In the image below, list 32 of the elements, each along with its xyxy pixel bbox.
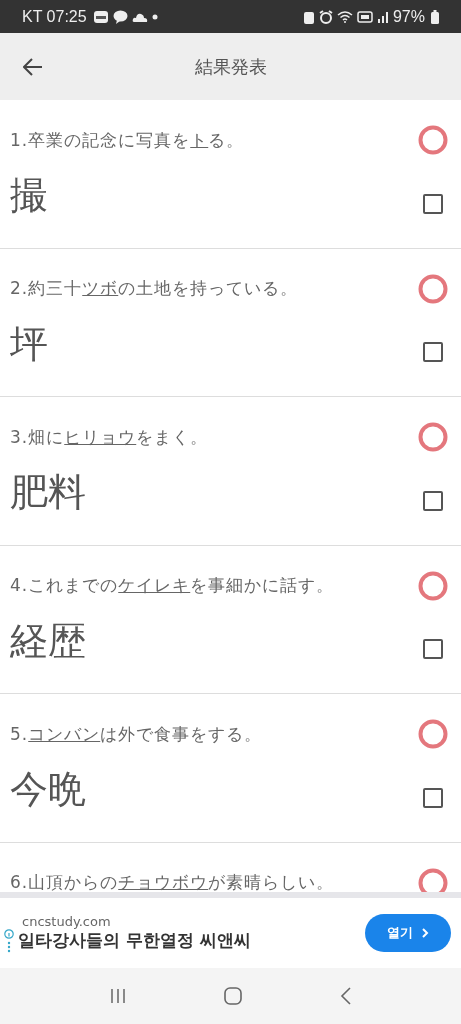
ad-headline: 일타강사들의 무한열정 씨앤씨 xyxy=(18,929,251,952)
checkbox[interactable] xyxy=(423,490,443,511)
battery-percent: 97% xyxy=(392,7,425,26)
chevron-right-icon xyxy=(421,928,429,938)
dot-icon xyxy=(151,13,158,20)
checkbox[interactable] xyxy=(423,787,443,808)
chat-bubble-icon xyxy=(112,9,128,24)
answer-kanji: 肥料 xyxy=(10,469,86,516)
question-sentence: 2.約三十ツボの土地を持っている。 xyxy=(10,277,299,300)
ad-info-icon[interactable] xyxy=(4,928,14,953)
back-icon[interactable] xyxy=(340,987,353,1005)
answer-kanji: 撮 xyxy=(10,172,48,219)
question-sentence: 5.コンバンは外で食事をする。 xyxy=(10,722,263,746)
answer-kanji: 今晩 xyxy=(10,766,86,813)
home-icon[interactable] xyxy=(224,987,243,1005)
ad-domain: cncstudy.com xyxy=(22,913,112,929)
checkbox[interactable] xyxy=(423,342,443,362)
wifi-icon xyxy=(336,10,353,23)
carrier-time: KT 07:25 xyxy=(22,7,87,26)
checkbox[interactable] xyxy=(423,193,443,214)
answer-kanji: 経歴 xyxy=(10,617,86,665)
app-notification-icon xyxy=(92,9,109,24)
signal-icon xyxy=(376,10,389,23)
open-button[interactable]: 열기 xyxy=(365,914,451,952)
cloud-icon xyxy=(131,11,148,22)
checkbox[interactable] xyxy=(423,639,443,659)
back-arrow-icon[interactable] xyxy=(23,57,43,76)
alarm-icon xyxy=(318,9,333,24)
screen-title: 結果発表 xyxy=(194,54,267,79)
answer-kanji: 坪 xyxy=(10,320,48,368)
battery-icon xyxy=(431,9,439,24)
recent-apps-icon[interactable] xyxy=(108,988,127,1004)
